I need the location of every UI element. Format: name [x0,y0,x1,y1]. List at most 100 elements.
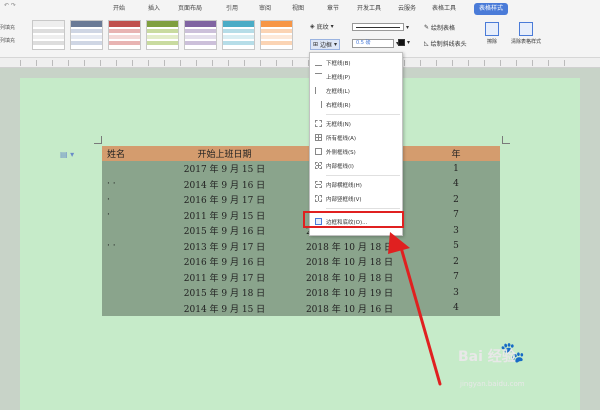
menu-item-bottom-border[interactable]: 下框线(B) [310,56,402,69]
table-cell[interactable] [102,300,162,316]
menu-item-label: 下框线(B) [326,60,351,67]
inside-borders-icon [315,162,322,169]
header-cell[interactable]: 年 [412,146,500,161]
table-style-purple[interactable] [184,20,217,50]
table-cell[interactable] [102,269,162,285]
table-cell[interactable] [102,223,162,239]
line-width-value: 0.5 [356,40,364,46]
menu-item-label: 无框线(N) [326,121,351,128]
tab-cloud[interactable]: 云服务 [398,2,416,16]
ribbon: ↶ ↷ 开始 插入 页面布局 引用 审阅 视图 章节 开发工具 云服务 表格工具… [0,0,600,58]
border-label: 边框 [320,42,333,49]
menu-item-no-border[interactable]: 无框线(N) [310,117,402,130]
menu-separator [326,114,400,115]
menu-item-label: 内部竖框线(V) [326,196,362,203]
menu-item-all-borders[interactable]: 所有框线(A) [310,131,402,144]
table-style-red[interactable] [108,20,141,50]
menu-separator [326,175,400,176]
table-move-handle-icon[interactable]: ▤ ▾ [60,150,74,159]
inside-horizontal-border-icon [315,181,322,188]
table-cell[interactable]: 2014 年 9 月 15 日 [162,300,287,316]
table-style-gallery [32,20,302,54]
menu-separator [326,208,400,209]
header-cell[interactable]: 姓名 [102,146,162,161]
table-cell[interactable]: 2015 年 9 月 18 日 [162,285,287,301]
tab-table-tools[interactable]: 表格工具 [432,2,456,16]
menu-item-label: 内部框线(I) [326,163,354,170]
header-cell[interactable]: 开始上班日期 [162,146,287,161]
tab-page-layout[interactable]: 页面布局 [178,2,202,16]
table-cell[interactable] [102,161,162,177]
table-cell[interactable]: 2013 年 9 月 17 日 [162,238,287,254]
inside-vertical-border-icon [315,195,322,202]
ribbon-tabs: 开始 插入 页面布局 引用 审阅 视图 章节 开发工具 云服务 表格工具 表格样… [0,2,600,16]
border-icon: ⊞ [313,41,319,48]
table-style-orange[interactable] [260,20,293,50]
table-style-green[interactable] [146,20,179,50]
menu-item-top-border[interactable]: 上框线(P) [310,70,402,83]
draw-table-button[interactable]: ✎ 绘制表格 [424,23,455,32]
line-width-select[interactable]: 0.5 磅 ▾ [352,39,399,48]
table-style-plain[interactable] [32,20,65,50]
table-style-gray[interactable] [70,20,103,50]
draw-diagonal-header-button[interactable]: ◺ 绘制斜线表头 [424,39,467,48]
tab-view[interactable]: 视图 [292,2,304,16]
paint-bucket-icon: ◈ [310,23,315,30]
table-cell[interactable]: 2011 年 9 月 15 日 [162,207,287,223]
table-cell[interactable] [102,254,162,270]
tab-home[interactable]: 开始 [113,2,125,16]
menu-item-label: 所有框线(A) [326,135,357,142]
table-cell[interactable]: · · [102,176,162,192]
tab-developer[interactable]: 开发工具 [357,2,381,16]
table-cell[interactable]: 2014 年 9 月 16 日 [162,176,287,192]
tab-references[interactable]: 引用 [226,2,238,16]
clear-table-style-button[interactable]: 清除表格样式 [508,22,544,45]
erase-label: 擦除 [486,39,497,45]
clear-style-icon [519,22,533,36]
line-style-select[interactable]: ▾ [352,23,409,31]
menu-item-inside-vertical[interactable]: 内部竖框线(V) [310,192,402,205]
tab-section[interactable]: 章节 [327,2,339,16]
table-cell[interactable]: 2016 年 9 月 17 日 [162,192,287,208]
table-cell[interactable]: 1 [412,161,500,177]
table-cell[interactable]: · [102,192,162,208]
table-cell[interactable]: 2016 年 9 月 16 日 [162,254,287,270]
menu-item-inside-horizontal[interactable]: 内部横框线(H) [310,178,402,191]
table-cell[interactable]: 7 [412,207,500,223]
chevron-down-icon: ▾ [330,23,334,30]
table-row: · 2016 年 9 月 17 日 2 [102,192,500,208]
tab-review[interactable]: 审阅 [259,2,271,16]
border-button[interactable]: ⊞ 边框 ▾ [310,39,341,50]
table-cell[interactable]: 2015 年 9 月 16 日 [162,223,287,239]
table-style-teal[interactable] [222,20,255,50]
tab-insert[interactable]: 插入 [148,2,160,16]
fill-option-1[interactable]: 列填充 [0,22,15,35]
pen-color-icon [398,39,405,46]
horizontal-ruler[interactable] [0,58,600,68]
menu-item-label: 外侧框线(S) [326,149,356,156]
table-cell[interactable]: · · [102,238,162,254]
menu-item-left-border[interactable]: 左框线(L) [310,84,402,97]
table-cell[interactable] [102,285,162,301]
chevron-down-icon: ▾ [334,41,338,48]
menu-item-right-border[interactable]: 右框线(R) [310,98,402,111]
shading-button[interactable]: ◈ 底纹 ▾ [310,22,334,31]
table-cell[interactable]: 4 [412,176,500,192]
shading-label: 底纹 [316,24,329,31]
red-arrow-icon [388,232,442,386]
border-color-button[interactable]: ▾ [398,39,410,46]
margin-corner-top-right [502,136,510,144]
table-row: · 2011 年 9 月 15 日 7 [102,207,500,223]
eraser-icon [485,22,499,36]
tab-table-style[interactable]: 表格样式 [474,3,509,15]
pencil-icon: ✎ [424,24,430,31]
menu-item-inside-borders[interactable]: 内部框线(I) [310,159,402,172]
table-cell[interactable]: · [102,207,162,223]
menu-item-outside-borders[interactable]: 外侧框线(S) [310,145,402,158]
table-cell[interactable]: 2011 年 9 月 17 日 [162,269,287,285]
table-cell[interactable]: 2 [412,192,500,208]
erase-button[interactable]: 擦除 [480,22,504,45]
top-border-icon [315,73,322,80]
table-cell[interactable]: 2017 年 9 月 15 日 [162,161,287,177]
fill-option-2[interactable]: 列填充 [0,35,15,48]
